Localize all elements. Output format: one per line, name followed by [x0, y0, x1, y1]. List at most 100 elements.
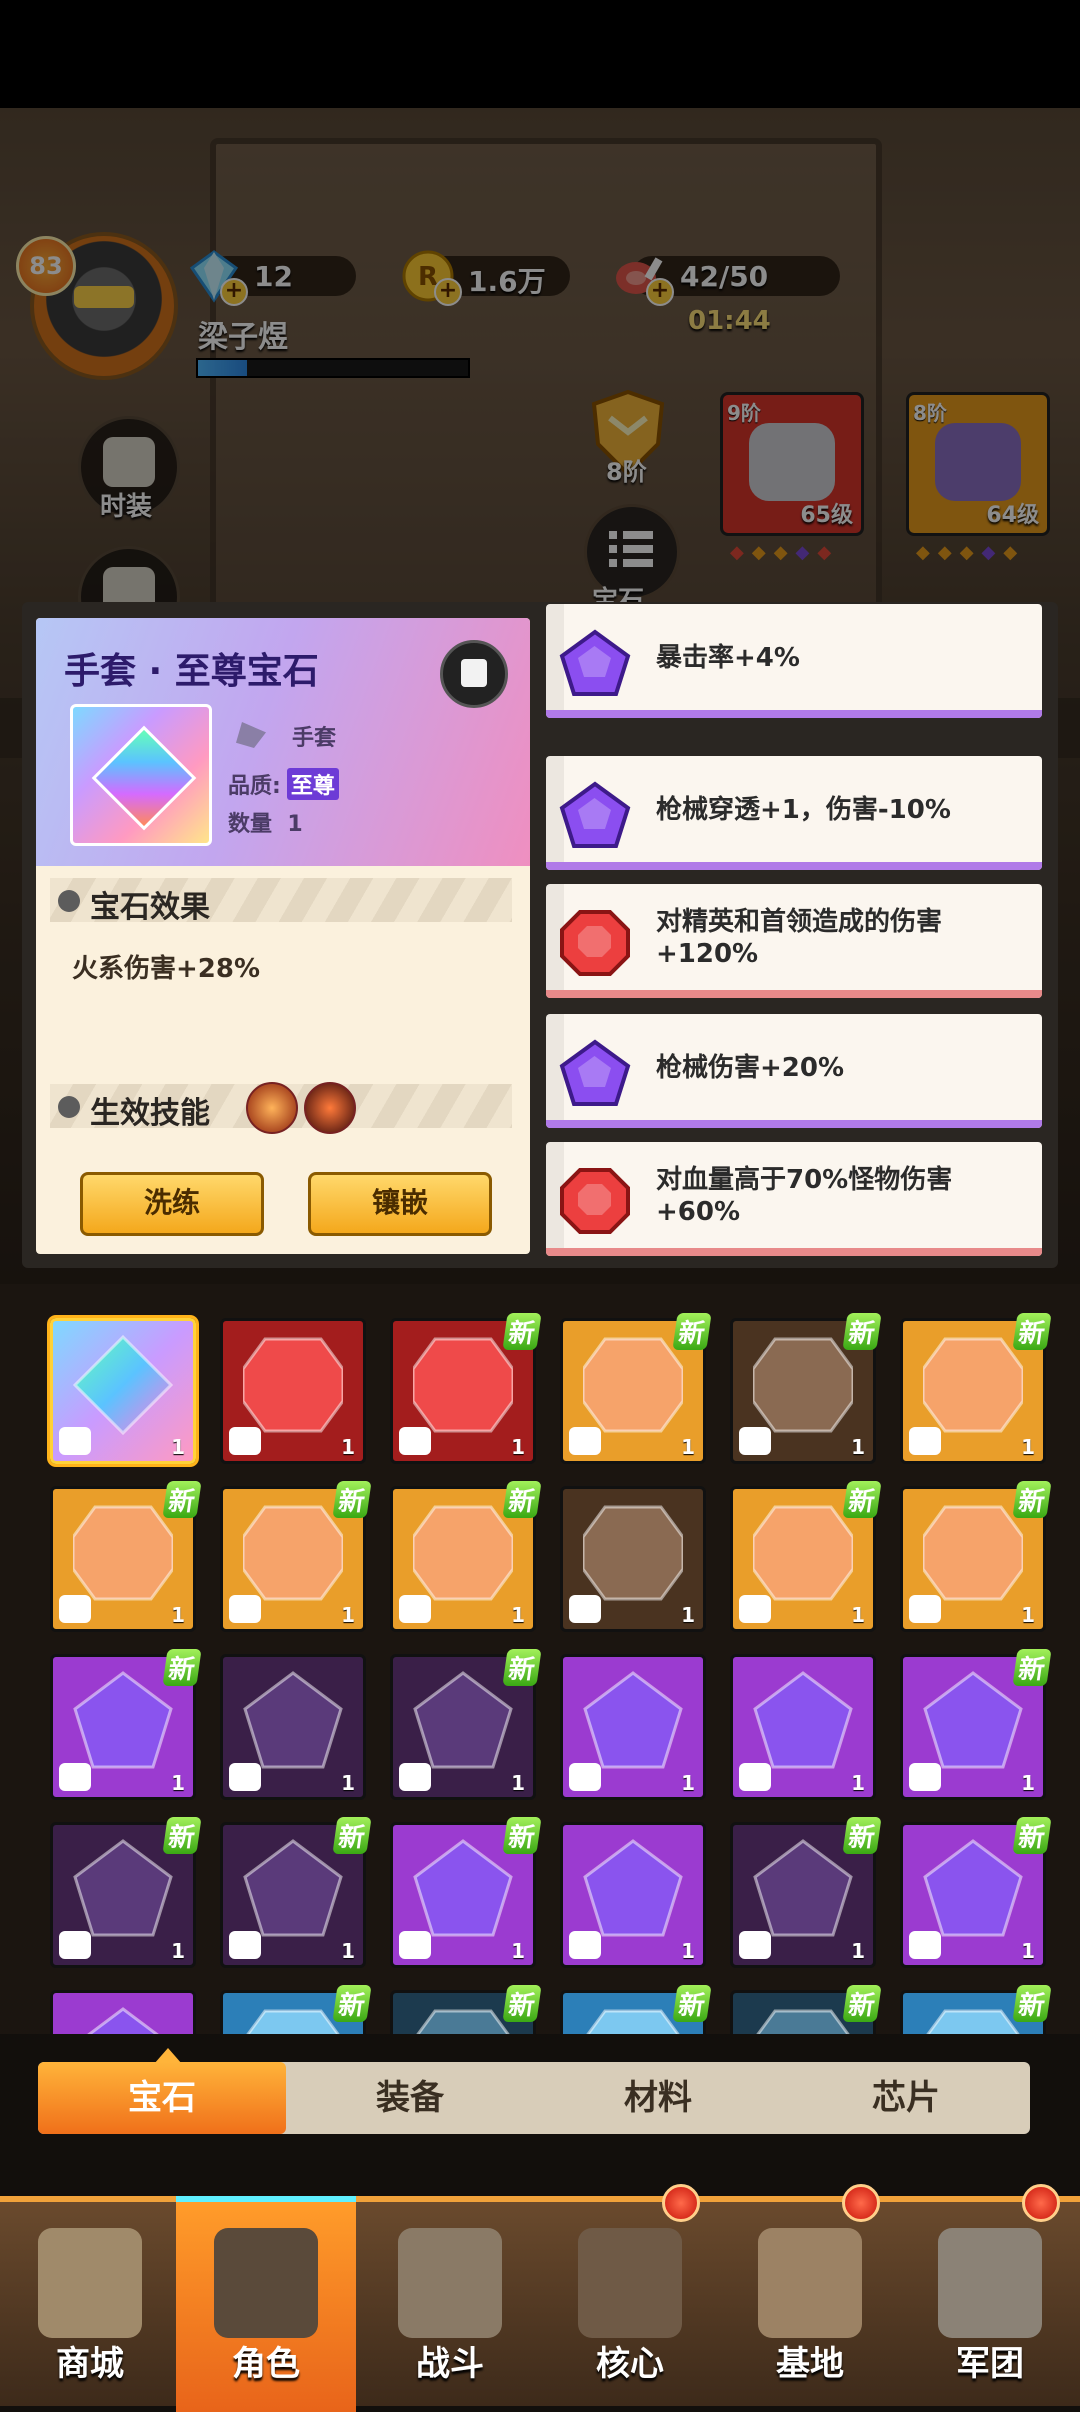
gem-slot[interactable]: 1新 — [220, 1985, 372, 2034]
gem-slot[interactable]: 1新 — [560, 1313, 712, 1464]
gem-stat-row: 对血量高于70%怪物伤害+60% — [546, 1142, 1042, 1256]
inlay-button[interactable]: 镶嵌 — [308, 1172, 492, 1236]
gem-quality: 品质: 至尊 — [228, 768, 339, 800]
grenade-skill-icon[interactable] — [304, 1082, 356, 1134]
nav-base[interactable]: 基地 — [720, 2184, 900, 2406]
legion-emblem-icon — [938, 2228, 1042, 2338]
gem-icon — [583, 1505, 683, 1601]
stat-text: 枪械穿透+1，伤害-10% — [656, 795, 951, 825]
gem-slot[interactable]: 1 — [560, 1822, 706, 1968]
gem-slot[interactable]: 1 — [560, 1654, 706, 1800]
fire-skill-icon[interactable] — [246, 1082, 298, 1134]
gem-slot-type: 手套 — [292, 726, 337, 751]
gem-icon — [243, 1671, 343, 1769]
new-badge: 新 — [162, 1481, 202, 1518]
new-badge: 新 — [1012, 1985, 1052, 2022]
nav-core[interactable]: 核心 — [540, 2184, 720, 2406]
slot-type-icon — [399, 1763, 431, 1791]
gem-slot[interactable]: 1新 — [50, 1817, 202, 1968]
notification-dot — [1022, 2184, 1060, 2222]
gem-icon — [416, 2009, 510, 2034]
gem-stat-row: 对精英和首领造成的伤害+120% — [546, 884, 1042, 998]
refine-button[interactable]: 洗练 — [80, 1172, 264, 1236]
row-underline — [546, 990, 1042, 998]
gem-icon — [413, 1839, 513, 1937]
gem-icon — [243, 1337, 343, 1433]
gem-qty: 1 — [851, 1771, 865, 1795]
gem-slot[interactable]: 1新 — [390, 1985, 542, 2034]
nav-shop[interactable]: 商城 — [0, 2202, 180, 2406]
gem-icon — [586, 2009, 680, 2034]
slot-type-icon — [569, 1763, 601, 1791]
tab-gems[interactable]: 宝石 — [38, 2062, 286, 2134]
slot-type-icon — [739, 1763, 771, 1791]
gem-slot[interactable]: 1新 — [220, 1817, 372, 1968]
gem-slot[interactable]: 1新 — [900, 1817, 1052, 1968]
gem-qty: 1 — [511, 1603, 525, 1627]
gem-slot[interactable]: 1新 — [900, 1313, 1052, 1464]
slot-type-icon — [229, 1427, 261, 1455]
shop-icon — [38, 2228, 142, 2338]
gem-qty: 1 — [851, 1939, 865, 1963]
nav-label: 核心 — [596, 2344, 664, 2384]
stat-text: 对精英和首领造成的伤害+120% — [656, 907, 943, 969]
slot-type-icon — [739, 1931, 771, 1959]
gem-icon — [753, 1839, 853, 1937]
gem-qty: 1 — [681, 1603, 695, 1627]
gem-icon — [73, 1505, 173, 1601]
gem-slot[interactable]: 1新 — [730, 1313, 882, 1464]
gem-slot[interactable]: 1新 — [390, 1817, 542, 1968]
gem-slot[interactable]: 1新 — [390, 1649, 542, 1800]
gem-slot[interactable]: 1新 — [900, 1985, 1052, 2034]
gem-slot[interactable]: 1新 — [900, 1481, 1052, 1632]
new-badge: 新 — [502, 1649, 542, 1686]
nav-character[interactable]: 角色 — [176, 2196, 356, 2412]
qty-value: 1 — [287, 812, 303, 837]
gem-slot[interactable]: 1新 — [50, 1481, 202, 1632]
gem-qty: 1 — [341, 1435, 355, 1459]
slot-type-icon — [909, 1595, 941, 1623]
skill-header: 生效技能 — [90, 1096, 210, 1131]
gem-qty: 1 — [1021, 1939, 1035, 1963]
row-underline — [546, 1248, 1042, 1256]
gem-slot[interactable]: 1新 — [730, 1481, 882, 1632]
tab-chips[interactable]: 芯片 — [782, 2062, 1030, 2134]
stat-text: 对血量高于70%怪物伤害+60% — [656, 1165, 953, 1227]
share-button[interactable] — [440, 640, 508, 708]
slot-type-icon — [59, 1595, 91, 1623]
character-icon — [214, 2228, 318, 2338]
gem-slot[interactable]: 1新 — [50, 1649, 202, 1800]
gem-preview-image — [70, 704, 212, 846]
red-gem-icon — [560, 910, 630, 976]
gem-slot[interactable]: 1新 — [730, 1817, 882, 1968]
gem-icon — [73, 1839, 173, 1937]
nav-battle[interactable]: 战斗 — [360, 2202, 540, 2406]
gem-slot[interactable]: 1新 — [390, 1313, 542, 1464]
tab-equipment[interactable]: 装备 — [286, 2062, 534, 2134]
gem-icon — [753, 1337, 853, 1433]
gem-slot[interactable]: 1 — [50, 1318, 196, 1464]
gem-icon — [923, 1337, 1023, 1433]
gem-qty: 1 — [171, 1435, 185, 1459]
gem-stat-row: 暴击率+4% — [546, 604, 1042, 718]
gem-slot[interactable]: 1新 — [730, 1985, 882, 2034]
new-badge: 新 — [332, 1817, 372, 1854]
nav-legion[interactable]: 军团 — [900, 2184, 1080, 2406]
gem-slot[interactable]: 1 — [220, 1318, 366, 1464]
gem-qty: 1 — [851, 1435, 865, 1459]
gem-qty: 1 — [681, 1939, 695, 1963]
notification-dot — [842, 2184, 880, 2222]
tab-materials[interactable]: 材料 — [534, 2062, 782, 2134]
gem-slot[interactable]: 1 — [220, 1654, 366, 1800]
nav-label: 商城 — [56, 2344, 124, 2384]
gem-slot[interactable]: 1新 — [390, 1481, 542, 1632]
gem-slot[interactable]: 1 — [560, 1486, 706, 1632]
gem-slot[interactable]: 1新 — [220, 1481, 372, 1632]
gem-slot[interactable]: 1新 — [900, 1649, 1052, 1800]
gem-icon — [583, 1337, 683, 1433]
gem-icon — [246, 2009, 340, 2034]
gem-slot[interactable]: 1 — [730, 1654, 876, 1800]
gem-slot[interactable]: 1 — [50, 1990, 196, 2034]
slot-type-icon — [909, 1763, 941, 1791]
gem-slot[interactable]: 1新 — [560, 1985, 712, 2034]
